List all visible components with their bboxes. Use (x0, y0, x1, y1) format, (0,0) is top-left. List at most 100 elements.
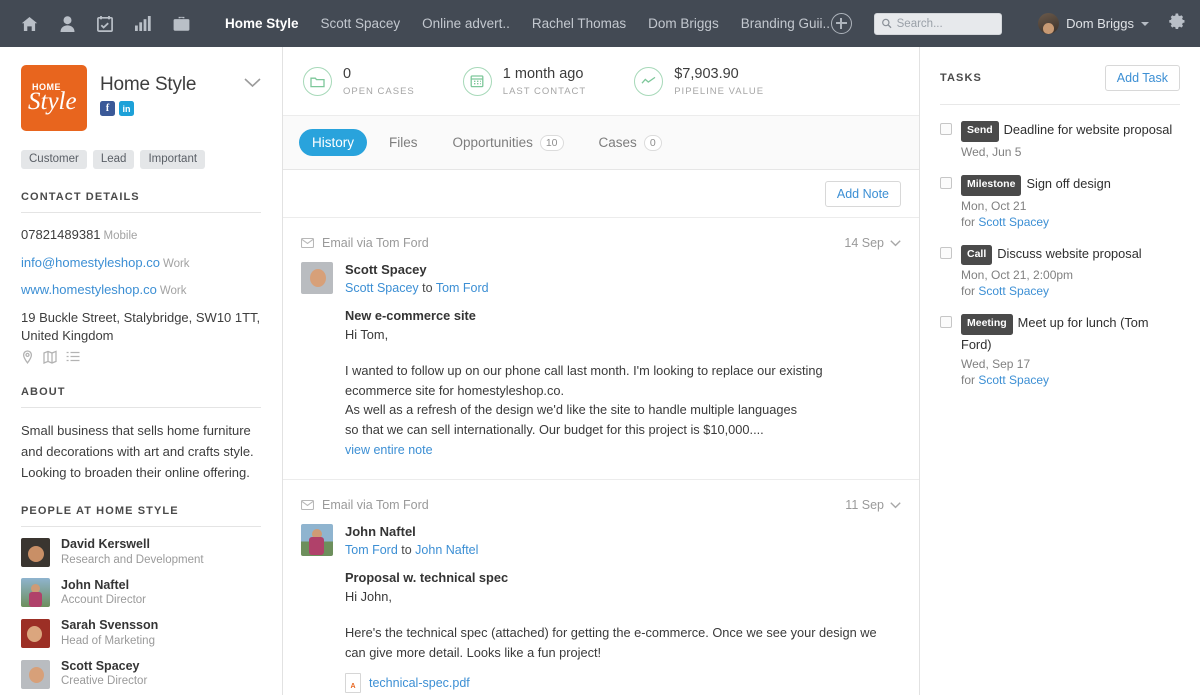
social-links: f in (100, 101, 196, 116)
feed-route-mid: to (397, 543, 416, 558)
feed-route-to[interactable]: John Naftel (415, 543, 478, 557)
feed-route-from[interactable]: Scott Spacey (345, 281, 419, 295)
task-assignee-row: for Scott Spacey (961, 373, 1180, 387)
add-task-button[interactable]: Add Task (1104, 65, 1180, 91)
contact-details-heading: CONTACT DETAILS (21, 191, 261, 213)
stat-label: PIPELINE VALUE (674, 85, 765, 97)
list-item[interactable]: Scott Spacey Creative Director (21, 659, 261, 690)
contact-value-website[interactable]: www.homestyleshop.co (21, 282, 157, 297)
tab-history[interactable]: History (299, 129, 368, 156)
feed-route-from[interactable]: Tom Ford (345, 543, 398, 557)
nav-link-online-advert[interactable]: Online advert.. (422, 16, 510, 31)
people-heading: PEOPLE AT HOME STYLE (21, 505, 261, 528)
contact-label-email: Work (162, 257, 190, 270)
task-assignee[interactable]: Scott Spacey (978, 373, 1049, 387)
tab-opportunities[interactable]: Opportunities 10 (440, 129, 577, 157)
feed-route-mid: to (418, 281, 436, 295)
briefcase-icon[interactable] (170, 13, 192, 35)
feed-item-header: Email via Tom Ford 11 Sep (301, 498, 901, 512)
tab-label: Cases (598, 135, 637, 150)
task-title-row: Meeting Meet up for lunch (Tom Ford) (961, 313, 1180, 354)
task-checkbox[interactable] (940, 316, 952, 329)
trend-line-icon (634, 66, 664, 96)
email-icon (301, 500, 314, 511)
person-name: John Naftel (61, 577, 130, 592)
list-item[interactable]: Sarah Svensson Head of Marketing (21, 618, 261, 649)
view-entire-note-link[interactable]: view entire note (345, 443, 433, 457)
stat-pipeline-value: $7,903.90 PIPELINE VALUE (634, 65, 765, 97)
search-icon (882, 18, 892, 29)
nav-link-dom-briggs[interactable]: Dom Briggs (648, 16, 719, 31)
task-type-badge: Meeting (961, 314, 1013, 335)
task-checkbox[interactable] (940, 246, 952, 259)
task-assignee[interactable]: Scott Spacey (978, 284, 1049, 298)
feed-route-to[interactable]: Tom Ford (436, 281, 489, 295)
feed-date-toggle[interactable]: 14 Sep (844, 236, 901, 250)
bar-chart-icon[interactable] (132, 13, 154, 35)
attachment-name: technical-spec.pdf (369, 675, 470, 690)
add-new-button[interactable] (831, 13, 853, 34)
left-sidebar: HOME Style Home Style f in Customer Lead… (0, 47, 283, 695)
calendar-check-icon[interactable] (94, 13, 116, 35)
people-list: David Kerswell Research and Development … (21, 537, 261, 695)
logo-line-2: Style (28, 88, 77, 115)
person-role: Research and Development (61, 553, 204, 566)
feed-source: Email via Tom Ford (301, 498, 429, 512)
search-input[interactable] (896, 17, 995, 30)
tag-important[interactable]: Important (140, 150, 206, 169)
nav-link-group: Home Style Scott Spacey Online advert.. … (225, 16, 830, 31)
tasks-header: TASKS Add Task (940, 65, 1180, 105)
chevron-down-icon (890, 239, 901, 246)
nav-link-scott-spacey[interactable]: Scott Spacey (321, 16, 401, 31)
contact-label-mobile: Mobile (103, 230, 138, 242)
top-navigation-bar: Home Style Scott Spacey Online advert.. … (0, 0, 1200, 47)
tag-lead[interactable]: Lead (92, 150, 135, 169)
chevron-down-icon[interactable] (244, 75, 261, 93)
task-checkbox[interactable] (940, 123, 952, 135)
main-content: 0 OPEN CASES 1 month ago LAST CONTACT $7… (283, 47, 919, 695)
tab-files[interactable]: Files (376, 129, 431, 156)
stat-label: OPEN CASES (343, 85, 415, 97)
map-pin-icon[interactable] (21, 350, 34, 365)
task-date: Wed, Jun 5 (961, 144, 1022, 159)
tasks-heading: TASKS (940, 72, 982, 84)
search-box[interactable] (874, 12, 1003, 35)
add-note-button[interactable]: Add Note (824, 180, 901, 207)
facebook-icon[interactable]: f (100, 101, 115, 116)
stat-label: LAST CONTACT (502, 85, 587, 97)
tag-customer[interactable]: Customer (21, 150, 87, 169)
feed-item: Email via Tom Ford 14 Sep Scott Spacey S… (283, 218, 919, 481)
task-title: Sign off design (1026, 175, 1111, 191)
gear-icon[interactable] (1167, 12, 1186, 36)
list-item[interactable]: John Naftel Account Director (21, 578, 261, 609)
feed-message: Proposal w. technical spec Hi John, Here… (345, 570, 901, 693)
linkedin-icon[interactable]: in (119, 101, 134, 116)
contact-row-mobile: 07821489381 Mobile (21, 226, 261, 245)
tab-cases[interactable]: Cases 0 (586, 129, 675, 157)
task-title-row: Call Discuss website proposal (961, 244, 1142, 266)
company-header: HOME Style Home Style f in (21, 65, 261, 131)
contact-label-website: Work (159, 285, 187, 298)
feed-date-toggle[interactable]: 11 Sep (845, 498, 901, 512)
task-title-row: Send Deadline for website proposal (961, 120, 1172, 142)
task-title: Discuss website proposal (997, 245, 1142, 261)
page-title: Home Style (100, 74, 197, 95)
feed-sender-name: Scott Spacey (345, 262, 427, 277)
tag-list: Customer Lead Important (21, 150, 261, 169)
avatar (21, 537, 50, 567)
home-icon[interactable] (18, 13, 40, 35)
attachment[interactable]: A technical-spec.pdf (345, 672, 901, 693)
nav-link-home-style[interactable]: Home Style (225, 16, 299, 31)
person-icon[interactable] (56, 13, 78, 35)
task-assignee[interactable]: Scott Spacey (978, 215, 1049, 229)
list-item[interactable]: David Kerswell Research and Development (21, 537, 261, 568)
map-icon[interactable] (43, 350, 57, 365)
task-checkbox[interactable] (940, 176, 952, 189)
nav-link-rachel-thomas[interactable]: Rachel Thomas (532, 16, 626, 31)
nav-link-branding-guide[interactable]: Branding Guii.. (741, 16, 830, 31)
stat-value: 1 month ago (502, 66, 584, 83)
user-menu[interactable]: Dom Briggs (1038, 13, 1149, 34)
list-icon[interactable] (66, 350, 80, 363)
contact-value-email[interactable]: info@homestyleshop.co (21, 255, 160, 270)
email-icon (301, 238, 314, 248)
